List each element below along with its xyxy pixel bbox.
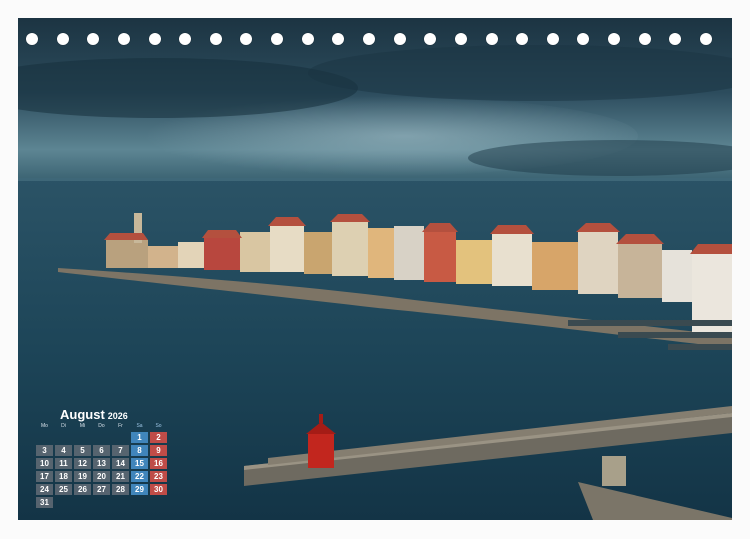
day-cell-saturday: 1 (131, 432, 148, 443)
day-cell: 11 (55, 458, 72, 469)
binding-hole (393, 33, 406, 45)
binding-hole (26, 33, 38, 45)
empty-day-cell (36, 432, 53, 443)
day-cell-sunday: 2 (150, 432, 167, 443)
day-cell-sunday: 16 (150, 458, 167, 469)
empty-day-cell (55, 432, 72, 443)
day-cell: 31 (36, 497, 53, 508)
calendar-header: August 2026 (60, 404, 176, 422)
binding-hole (87, 33, 100, 45)
day-cell-sunday: 30 (150, 484, 167, 495)
binding-hole (56, 33, 69, 45)
weekday-label-sunday: So (155, 423, 162, 429)
day-cell: 14 (112, 458, 129, 469)
day-cell: 28 (112, 484, 129, 495)
day-cell-saturday: 22 (131, 471, 148, 482)
day-cell-saturday: 8 (131, 445, 148, 456)
day-cell: 7 (112, 445, 129, 456)
day-cell: 20 (93, 471, 110, 482)
day-cell-saturday: 15 (131, 458, 148, 469)
day-cell: 26 (74, 484, 91, 495)
binding-hole (301, 33, 314, 45)
binding-hole (117, 33, 130, 45)
empty-day-cell (112, 432, 129, 443)
binding-hole (485, 33, 498, 45)
day-cell: 4 (55, 445, 72, 456)
day-cell: 21 (112, 471, 129, 482)
binding-hole (669, 33, 682, 45)
day-grid: 1 2 3 4 5 6 7 8 9 10 11 12 13 14 15 16 17 18 19 20 21 22 23 24 2… (36, 432, 176, 508)
binding-hole (209, 33, 222, 45)
binding-hole (608, 33, 621, 45)
day-cell: 27 (93, 484, 110, 495)
day-cell-saturday: 29 (131, 484, 148, 495)
day-cell: 25 (55, 484, 72, 495)
day-cell: 19 (74, 471, 91, 482)
weekday-label: Do (98, 423, 105, 429)
binding-hole (424, 33, 437, 45)
calendar-month: August (60, 407, 105, 422)
binding-hole (363, 33, 375, 45)
day-cell: 12 (74, 458, 91, 469)
binding-hole (240, 33, 253, 45)
binding-holes (0, 0, 750, 60)
day-cell: 24 (36, 484, 53, 495)
day-cell: 3 (36, 445, 53, 456)
empty-day-cell (74, 432, 91, 443)
weekday-label: Mi (79, 423, 86, 429)
day-cell-sunday: 9 (150, 445, 167, 456)
calendar-page: August 2026 Mo Di Mi Do Fr Sa So 12345678… (0, 0, 750, 539)
day-cell: 5 (74, 445, 91, 456)
binding-hole (179, 33, 192, 45)
day-cell: 17 (36, 471, 53, 482)
binding-hole (332, 33, 345, 45)
binding-hole (516, 33, 529, 45)
binding-hole (271, 33, 284, 45)
day-cell: 6 (93, 445, 110, 456)
binding-hole (638, 33, 651, 45)
empty-day-cell (93, 432, 110, 443)
calendar-year: 2026 (107, 411, 128, 421)
weekday-row: Mo Di Mi Do Fr Sa So (36, 422, 176, 430)
binding-hole (454, 33, 467, 45)
binding-hole (700, 33, 712, 45)
month-calendar: August 2026 Mo Di Mi Do Fr Sa So 12345678… (36, 404, 176, 508)
day-cell: 18 (55, 471, 72, 482)
binding-hole (148, 33, 161, 45)
weekday-label: Fr (118, 423, 123, 429)
weekday-label: Di (61, 423, 66, 429)
weekday-label: Mo (41, 423, 48, 429)
binding-hole (546, 33, 559, 45)
day-cell-sunday: 23 (150, 471, 167, 482)
day-cell: 13 (93, 458, 110, 469)
day-cell: 10 (36, 458, 53, 469)
binding-hole (577, 33, 590, 45)
weekday-label-saturday: Sa (136, 423, 143, 429)
